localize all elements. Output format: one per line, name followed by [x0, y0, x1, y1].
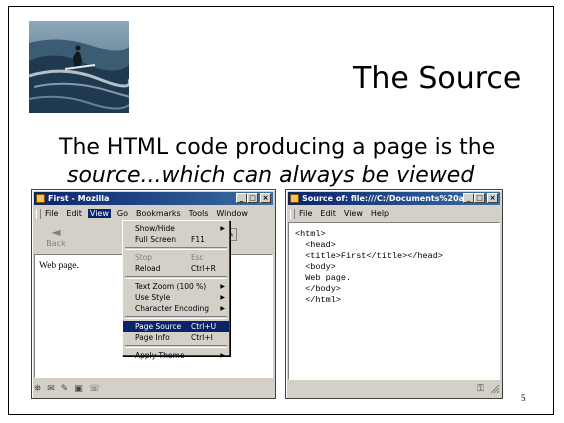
security-icon: ⚿ — [477, 384, 484, 394]
close-button[interactable]: × — [487, 193, 498, 203]
menubar-grip — [290, 208, 295, 219]
menu-item-label: Page Info — [135, 333, 170, 342]
submenu-arrow-icon: ▶ — [220, 294, 225, 301]
menu-item-reload[interactable]: Reload Ctrl+R — [123, 263, 229, 274]
back-arrow-icon: ◄ — [51, 225, 61, 239]
menu-item-shortcut: Ctrl+R — [191, 264, 216, 273]
menu-go[interactable]: Go — [117, 209, 128, 218]
slide-text-line-2: source...which can always be viewed — [67, 163, 475, 188]
source-menubar: File Edit View Help — [288, 207, 500, 220]
surfer-photo — [29, 21, 129, 113]
menu-edit[interactable]: Edit — [320, 209, 336, 218]
submenu-arrow-icon: ▶ — [220, 225, 225, 232]
menu-item-shortcut: Ctrl+U — [191, 322, 217, 331]
menu-item-label: Reload — [135, 264, 161, 273]
source-content: <html> <head> <title>First</title></head… — [288, 222, 500, 380]
menu-tools[interactable]: Tools — [189, 209, 209, 218]
slide-text-line-1: The HTML code producing a page is the — [59, 135, 496, 160]
page-number: 5 — [521, 393, 526, 403]
menu-item-use-style[interactable]: Use Style ▶ — [123, 292, 229, 303]
composer-icon[interactable]: ✎ — [61, 384, 69, 394]
menu-help[interactable]: Help — [371, 209, 389, 218]
menu-item-character-encoding[interactable]: Character Encoding ▶ — [123, 303, 229, 314]
menu-item-shortcut: F11 — [191, 235, 205, 244]
minimize-button[interactable]: _ — [463, 193, 474, 203]
close-button[interactable]: × — [260, 193, 271, 203]
menu-item-show-hide[interactable]: Show/Hide ▶ — [123, 223, 229, 234]
mail-icon[interactable]: ✉ — [47, 384, 55, 394]
menu-view[interactable]: View — [87, 209, 111, 218]
menu-item-label: Full Screen — [135, 235, 176, 244]
menu-window[interactable]: Window — [216, 209, 248, 218]
slide: The Source The HTML code producing a pag… — [8, 6, 554, 415]
menu-item-text-zoom[interactable]: Text Zoom (100 %) ▶ — [123, 281, 229, 292]
menu-view[interactable]: View — [344, 209, 363, 218]
back-button[interactable]: ◄ Back — [44, 225, 68, 251]
menu-item-full-screen[interactable]: Full Screen F11 — [123, 234, 229, 245]
source-code: <html> <head> <title>First</title></head… — [295, 229, 443, 305]
maximize-button[interactable]: □ — [474, 193, 485, 203]
menu-item-label: Text Zoom (100 %) — [135, 282, 207, 291]
minimize-button[interactable]: _ — [236, 193, 247, 203]
slide-title: The Source — [353, 61, 522, 96]
browser-titlebar: First - Mozilla _ □ × — [34, 192, 273, 205]
menu-item-page-info[interactable]: Page Info Ctrl+I — [123, 332, 229, 343]
menu-file[interactable]: File — [299, 209, 312, 218]
menu-item-page-source[interactable]: Page Source Ctrl+U — [123, 321, 229, 332]
menu-item-label: Use Style — [135, 293, 171, 302]
submenu-arrow-icon: ▶ — [220, 283, 225, 290]
source-window: Source of: file:///C:/Documents%20and...… — [285, 189, 503, 399]
mozilla-icon — [36, 194, 45, 203]
menubar-grip — [36, 208, 41, 219]
addressbook-icon[interactable]: ▣ — [74, 384, 83, 394]
menu-separator — [125, 345, 227, 348]
maximize-button[interactable]: □ — [247, 193, 258, 203]
menu-bookmarks[interactable]: Bookmarks — [136, 209, 181, 218]
menu-item-label: Show/Hide — [135, 224, 175, 233]
back-label: Back — [46, 239, 66, 248]
menu-item-stop: Stop Esc — [123, 252, 229, 263]
source-statusbar: ⚿ — [288, 382, 500, 396]
resize-grip-icon[interactable] — [490, 384, 500, 394]
browser-window: First - Mozilla _ □ × File Edit View Go … — [31, 189, 276, 399]
menu-file[interactable]: File — [45, 209, 58, 218]
menu-edit[interactable]: Edit — [66, 209, 82, 218]
menu-separator — [125, 276, 227, 279]
menu-separator — [125, 247, 227, 250]
submenu-arrow-icon: ▶ — [220, 352, 225, 359]
browser-title: First - Mozilla — [48, 194, 110, 203]
menu-item-label: Stop — [135, 253, 153, 262]
navigator-icon[interactable]: ⛯ — [34, 384, 41, 394]
view-menu: Show/Hide ▶ Full Screen F11 Stop Esc Rel… — [122, 220, 230, 360]
menu-item-apply-theme[interactable]: Apply Theme ▶ — [123, 350, 229, 361]
menu-item-label: Page Source — [135, 322, 182, 331]
web-page-text: Web page. — [39, 261, 79, 271]
menu-item-label: Apply Theme — [135, 351, 185, 360]
submenu-arrow-icon: ▶ — [220, 305, 225, 312]
menu-item-label: Character Encoding — [135, 304, 209, 313]
menu-item-shortcut: Ctrl+I — [191, 333, 213, 342]
menu-item-shortcut: Esc — [191, 253, 204, 262]
browser-menubar: File Edit View Go Bookmarks Tools Window — [34, 207, 273, 220]
browser-statusbar: ⛯ ✉ ✎ ▣ ☏ — [34, 382, 273, 396]
menu-separator — [125, 316, 227, 319]
source-title: Source of: file:///C:/Documents%20and... — [302, 194, 485, 203]
chat-icon[interactable]: ☏ — [89, 384, 100, 394]
mozilla-icon — [290, 194, 299, 203]
source-titlebar: Source of: file:///C:/Documents%20and...… — [288, 192, 500, 205]
